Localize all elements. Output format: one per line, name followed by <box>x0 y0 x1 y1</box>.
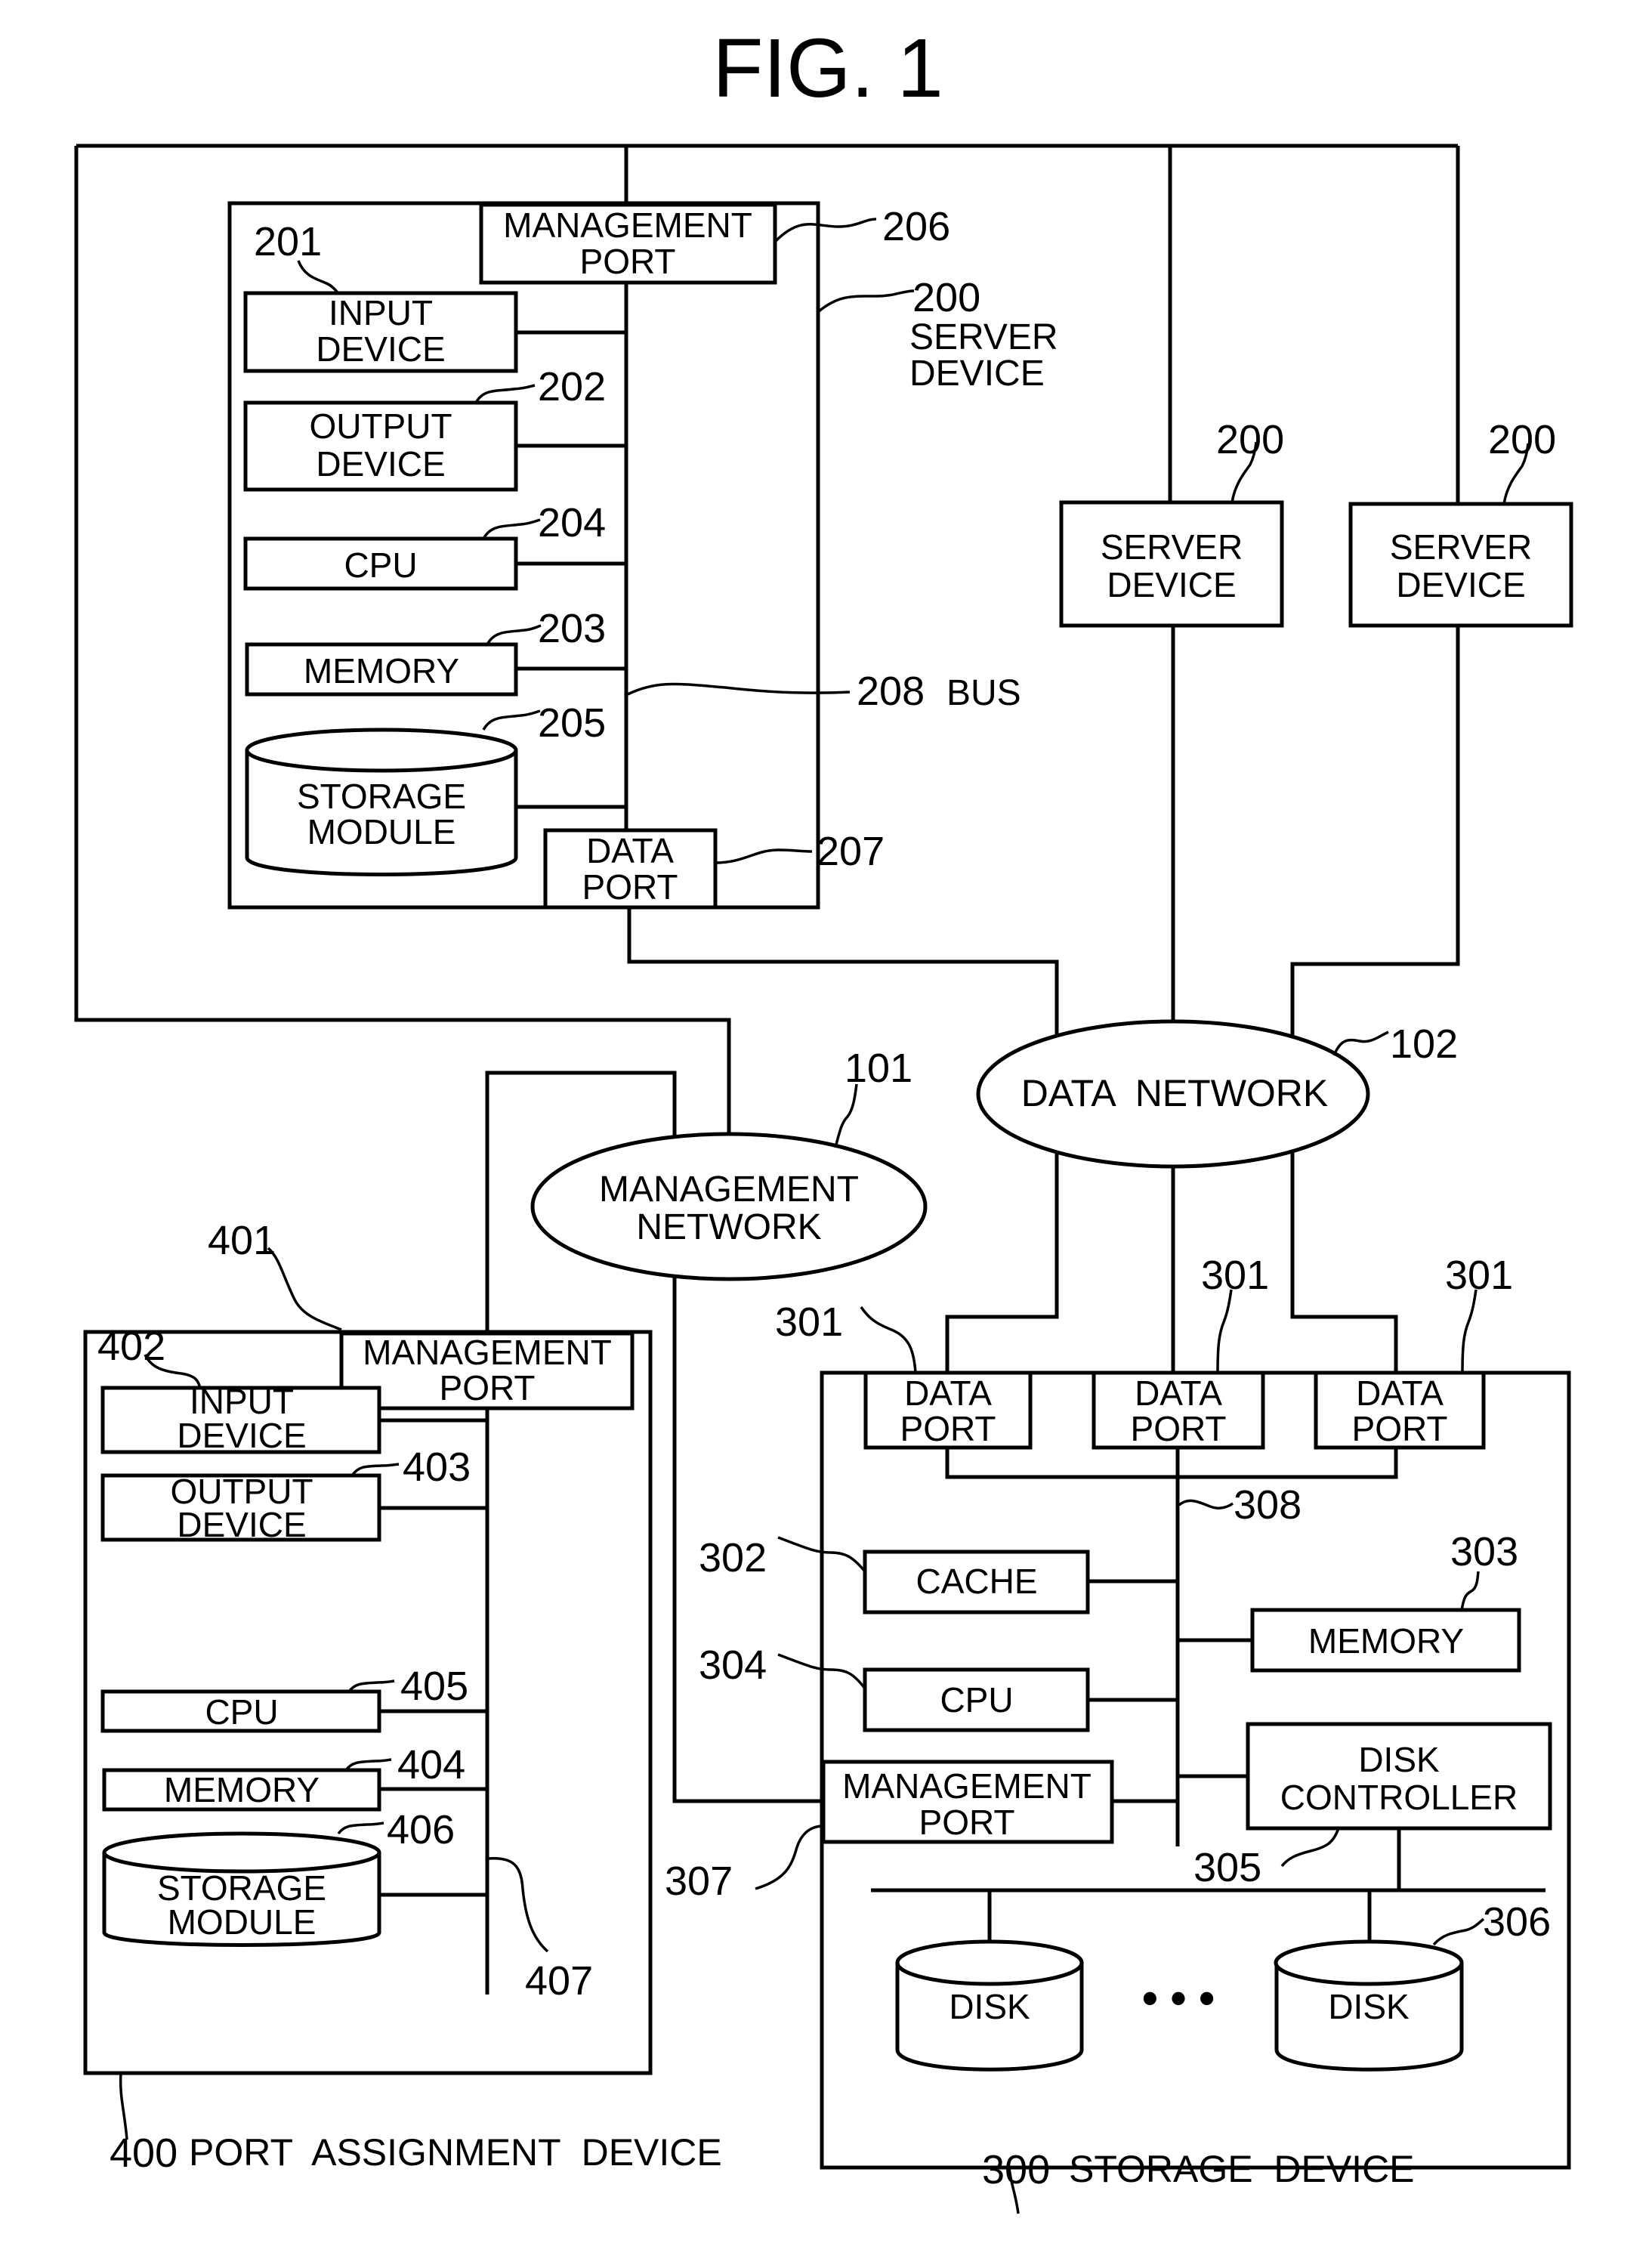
server-3-label-1: SERVER <box>1390 527 1532 567</box>
ref-206: 206 <box>882 204 950 249</box>
pad-input-label-2: DEVICE <box>177 1416 306 1455</box>
ref-208: 208 <box>857 669 925 714</box>
storage-device-300[interactable]: DATA PORT DATA PORT DATA PORT 301 301 30… <box>665 1253 1571 2214</box>
ref-205: 205 <box>538 700 606 746</box>
server-storage-label-1: STORAGE <box>297 777 466 816</box>
pad-output-label-2: DEVICE <box>177 1505 306 1544</box>
server-2-label-1: SERVER <box>1101 527 1243 567</box>
ref-401: 401 <box>208 1218 276 1263</box>
port-assignment-caption: PORT ASSIGNMENT DEVICE <box>189 2131 722 2174</box>
ref-304: 304 <box>699 1642 767 1688</box>
ref-301-b: 301 <box>1201 1253 1269 1298</box>
ref-402: 402 <box>97 1324 165 1369</box>
leader-301-b <box>1216 1289 1233 1373</box>
server-cpu-label: CPU <box>344 545 417 585</box>
ref-400: 400 <box>110 2130 178 2176</box>
pad-cpu-label: CPU <box>205 1692 278 1732</box>
ref-301-c: 301 <box>1445 1253 1513 1298</box>
ref-305: 305 <box>1193 1845 1261 1890</box>
ref-403: 403 <box>403 1445 471 1490</box>
data-port-3-label-2: PORT <box>1352 1409 1448 1448</box>
server-device-caption-1: SERVER <box>909 317 1058 357</box>
ellipsis: • • • <box>1142 1973 1215 2023</box>
server-device-200[interactable]: MANAGEMENT PORT 206 200 SERVER DEVICE IN… <box>227 201 1058 910</box>
ref-302: 302 <box>699 1535 767 1580</box>
leader-301-a <box>860 1306 917 1373</box>
server-2-label-2: DEVICE <box>1107 565 1236 604</box>
management-network-label-1: MANAGEMENT <box>599 1170 859 1210</box>
server-data-port-label-1: DATA <box>586 831 674 870</box>
disk-controller-label-2: CONTROLLER <box>1280 1778 1518 1817</box>
leader-307 <box>755 1825 823 1890</box>
server-device-caption-2: DEVICE <box>909 354 1045 394</box>
pad-memory-label: MEMORY <box>164 1770 320 1809</box>
ref-200-b: 200 <box>1216 417 1284 462</box>
data-port-2-label-2: PORT <box>1131 1409 1227 1448</box>
cache-label: CACHE <box>916 1562 1037 1601</box>
ref-406: 406 <box>387 1807 455 1852</box>
ref-307: 307 <box>665 1859 733 1904</box>
pad-storage-label-2: MODULE <box>168 1902 317 1942</box>
pad-mgmt-port-label-2: PORT <box>440 1368 536 1407</box>
storage-memory-label: MEMORY <box>1308 1621 1464 1661</box>
leader-102 <box>1332 1030 1389 1056</box>
management-network-label-2: NETWORK <box>636 1207 821 1247</box>
pad-mgmt-port-label-1: MANAGEMENT <box>363 1333 612 1372</box>
server-data-port-label-2: PORT <box>582 867 678 907</box>
server-output-label-2: DEVICE <box>316 444 445 484</box>
ref-303: 303 <box>1450 1529 1518 1574</box>
ref-200-main: 200 <box>912 275 980 320</box>
ref-202: 202 <box>538 364 606 409</box>
ref-306: 306 <box>1483 1899 1551 1945</box>
ref-201: 201 <box>254 219 322 264</box>
server-output-label-1: OUTPUT <box>309 406 452 446</box>
server-storage-label-2: MODULE <box>307 812 456 851</box>
figure-title: FIG. 1 <box>712 22 943 115</box>
ref-207: 207 <box>817 829 885 874</box>
leader-101 <box>834 1083 858 1148</box>
bus-caption: BUS <box>946 673 1021 713</box>
ref-407: 407 <box>525 1958 593 2004</box>
data-port-3-label-1: DATA <box>1356 1373 1444 1413</box>
disk-1-label: DISK <box>949 1987 1030 2026</box>
data-network-102[interactable]: DATA NETWORK 102 <box>976 1019 1458 1169</box>
ref-308: 308 <box>1234 1482 1302 1528</box>
leader-301-c <box>1461 1289 1478 1373</box>
leader-401 <box>267 1247 342 1331</box>
ref-102: 102 <box>1390 1021 1458 1067</box>
server-device-2[interactable]: SERVER DEVICE 200 <box>1059 417 1284 628</box>
storage-cpu-label: CPU <box>940 1680 1013 1720</box>
ref-200-c: 200 <box>1488 417 1556 462</box>
storage-mgmt-port-label-2: PORT <box>919 1803 1015 1842</box>
ref-404: 404 <box>397 1742 465 1788</box>
leader-400 <box>119 2072 128 2140</box>
ref-301-a: 301 <box>775 1299 843 1345</box>
ref-300: 300 <box>982 2147 1050 2192</box>
ref-101: 101 <box>845 1046 912 1091</box>
data-port-1-label-2: PORT <box>900 1409 996 1448</box>
data-port-1-label-1: DATA <box>904 1373 992 1413</box>
data-network-label: DATA NETWORK <box>1021 1072 1329 1114</box>
ref-203: 203 <box>538 606 606 651</box>
storage-device-caption: STORAGE DEVICE <box>1069 2148 1415 2190</box>
server-mgmt-port-label-1: MANAGEMENT <box>503 205 752 245</box>
server-mgmt-port-label-2: PORT <box>580 242 676 281</box>
storage-mgmt-port-label-1: MANAGEMENT <box>842 1766 1092 1806</box>
disk-controller-label-1: DISK <box>1358 1740 1440 1779</box>
server-3-label-2: DEVICE <box>1396 565 1525 604</box>
port-assignment-device-400[interactable]: MANAGEMENT PORT 401 INPUT DEVICE 402 OUT… <box>83 1218 722 2176</box>
server-memory-label: MEMORY <box>304 651 459 691</box>
system-diagram: FIG. 1 MANAGEMENT PORT 206 200 SERVER DE… <box>74 22 1573 2214</box>
server-input-label-1: INPUT <box>329 293 433 332</box>
ref-405: 405 <box>400 1664 468 1709</box>
leader-200-main <box>817 289 915 314</box>
server-device-3[interactable]: SERVER DEVICE 200 <box>1348 417 1573 628</box>
server-input-label-2: DEVICE <box>316 329 445 369</box>
disk-2-label: DISK <box>1328 1987 1410 2026</box>
data-port-2-label-1: DATA <box>1135 1373 1222 1413</box>
ref-204: 204 <box>538 500 606 545</box>
